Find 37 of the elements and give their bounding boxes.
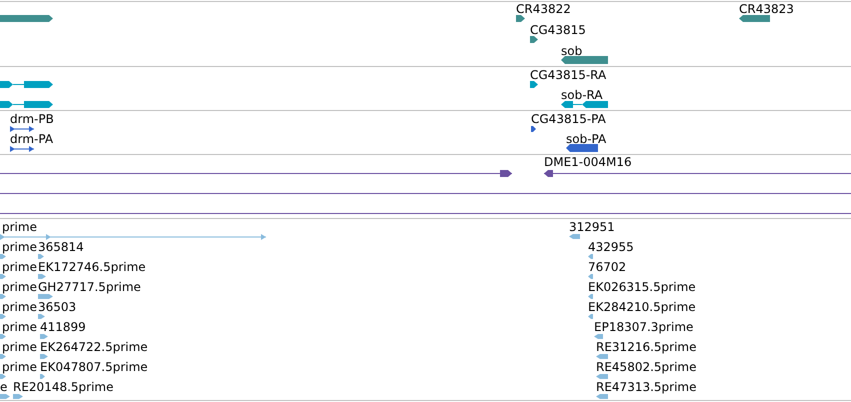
feature-label: DME1-004M16 (544, 155, 632, 169)
feature-label: sob-PA (566, 132, 606, 146)
feature-label: prime (2, 240, 37, 254)
feature-label: EK172746.5prime (38, 260, 146, 274)
feature-label: e (0, 380, 8, 394)
feature-label: prime (2, 220, 37, 234)
feature-label: sob (561, 44, 582, 58)
feature-label: CG43815 (530, 23, 586, 37)
feature-label: GH27717.5prime (38, 280, 141, 294)
feature-label: EK026315.5prime (588, 280, 696, 294)
feature-label: CG43815-RA (530, 68, 606, 82)
feature-label: prime (2, 260, 37, 274)
feature-label: prime (2, 280, 37, 294)
feature-label: prime (2, 360, 37, 374)
feature-label: RE47313.5prime (596, 380, 696, 394)
feature-label: CR43822 (516, 2, 571, 16)
feature-label: sob-RA (561, 88, 603, 102)
feature-label: CG43815-PA (531, 112, 606, 126)
feature-label: prime (2, 340, 37, 354)
feature-label: RE20148.5prime (13, 380, 114, 394)
feature-label: CR43823 (739, 2, 794, 16)
feature-label: drm-PB (10, 112, 54, 126)
feature-label: 411899 (40, 320, 86, 334)
feature-label: RE45802.5prime (596, 360, 696, 374)
feature-label: 312951 (569, 220, 615, 234)
feature-label: prime (2, 320, 37, 334)
feature-label: 36503 (38, 300, 76, 314)
feature-label: 432955 (588, 240, 634, 254)
feature-label: EK264722.5prime (40, 340, 148, 354)
feature-label: EK047807.5prime (40, 360, 148, 374)
feature-label: 76702 (588, 260, 626, 274)
feature-label: 365814 (38, 240, 84, 254)
feature-label: RE31216.5prime (596, 340, 696, 354)
feature-label: EP18307.3prime (594, 320, 694, 334)
feature-label: prime (2, 300, 37, 314)
feature-label: EK284210.5prime (588, 300, 696, 314)
feature-label: drm-PA (10, 132, 54, 146)
